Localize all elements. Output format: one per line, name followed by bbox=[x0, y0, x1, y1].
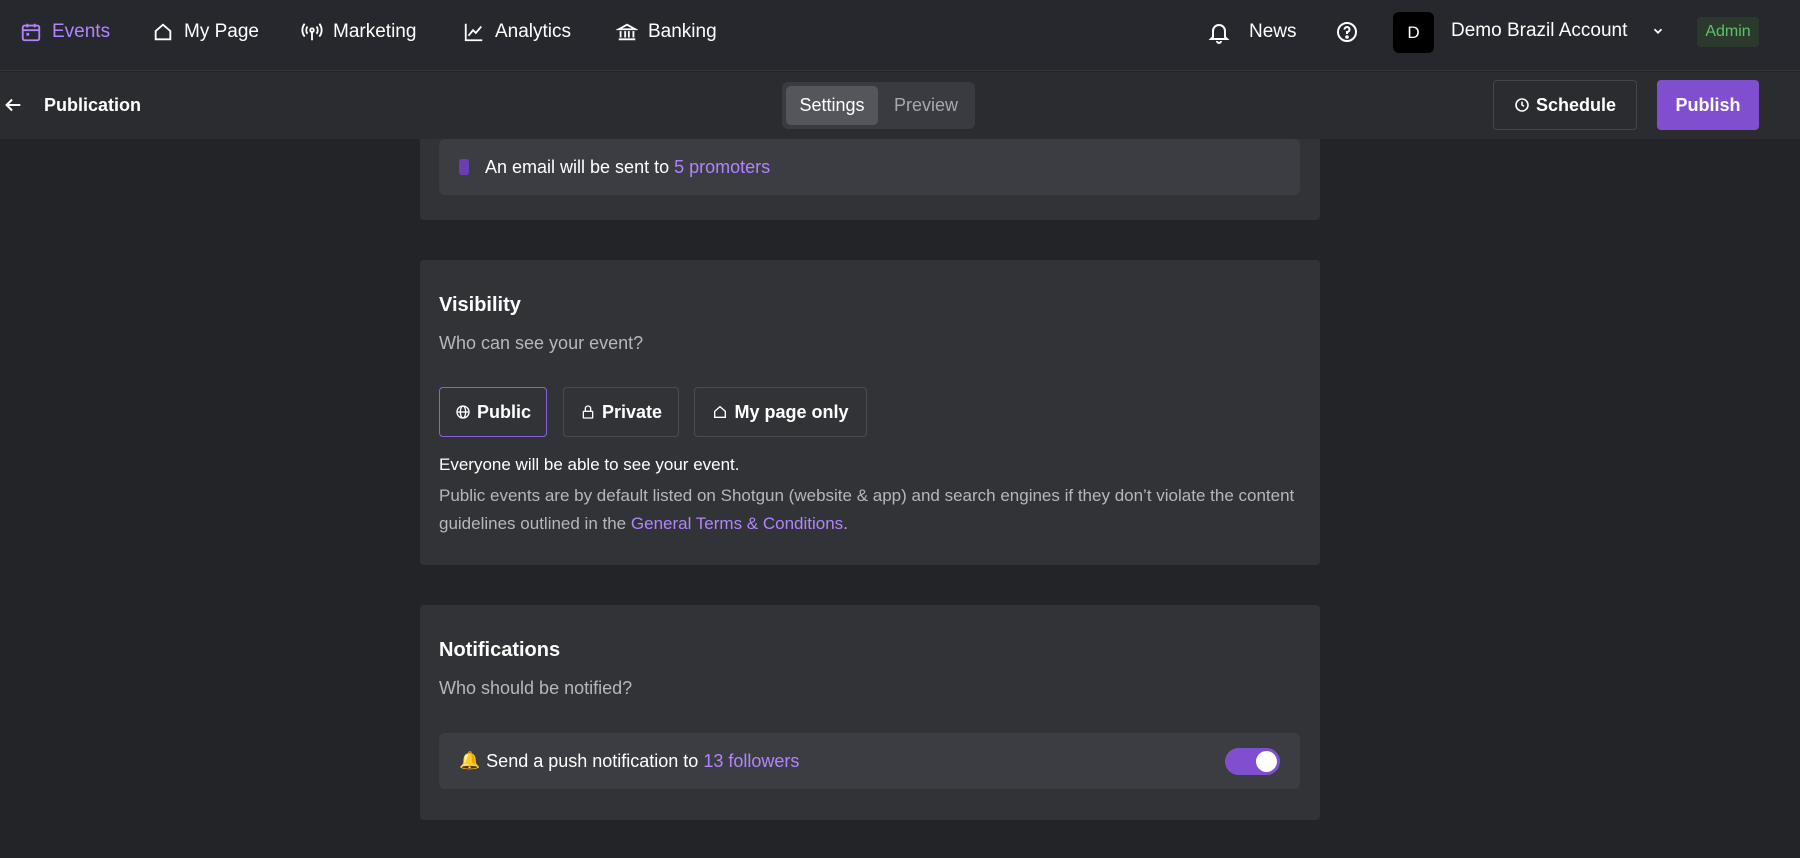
home-icon bbox=[714, 405, 727, 418]
nav-banking-label: Banking bbox=[648, 21, 717, 42]
avatar-initial: D bbox=[1407, 22, 1420, 42]
visibility-my-page-button[interactable]: My page only bbox=[694, 387, 867, 437]
tab-preview[interactable]: Preview bbox=[882, 86, 970, 125]
promoters-card: An email will be sent to 5 promoters bbox=[420, 139, 1320, 220]
bell-emoji-icon: 🔔 bbox=[459, 751, 481, 770]
nav-events[interactable]: Events bbox=[20, 0, 110, 64]
private-label: Private bbox=[601, 401, 663, 422]
nav-marketing[interactable]: Marketing bbox=[301, 0, 416, 64]
promoters-link[interactable]: 5 promoters bbox=[674, 157, 770, 178]
nav-events-label: Events bbox=[52, 21, 111, 42]
visibility-note-text: Public events are by default listed on S… bbox=[439, 486, 1295, 533]
publish-button[interactable]: Publish bbox=[1657, 80, 1759, 130]
schedule-button[interactable]: Schedule bbox=[1493, 80, 1637, 130]
lock-icon bbox=[582, 405, 594, 419]
publication-header: Publication Settings Preview Schedule Pu… bbox=[0, 72, 1800, 139]
bell-icon[interactable] bbox=[1207, 20, 1231, 44]
bank-icon bbox=[616, 23, 638, 41]
nav-marketing-label: Marketing bbox=[333, 21, 417, 42]
visibility-public-button[interactable]: Public bbox=[439, 387, 547, 437]
push-notification-text: Send a push notification to bbox=[486, 750, 699, 771]
nav-analytics[interactable]: Analytics bbox=[463, 0, 571, 64]
terms-link[interactable]: General Terms & Conditions bbox=[631, 514, 843, 533]
schedule-label: Schedule bbox=[1535, 94, 1617, 115]
chevron-down-icon[interactable] bbox=[1651, 24, 1665, 38]
nav-banking[interactable]: Banking bbox=[616, 0, 717, 64]
visibility-note-end: . bbox=[843, 514, 848, 533]
public-label: Public bbox=[476, 401, 531, 422]
push-notification-row: 🔔 Send a push notification to 13 followe… bbox=[439, 733, 1300, 789]
toggle-knob bbox=[1256, 751, 1277, 772]
avatar[interactable]: D bbox=[1393, 12, 1434, 53]
notifications-card: Notifications Who should be notified? 🔔 … bbox=[420, 605, 1320, 820]
clock-icon bbox=[1515, 98, 1529, 112]
nav-news-label: News bbox=[1249, 21, 1297, 42]
my-page-label: My page only bbox=[734, 401, 849, 422]
calendar-icon bbox=[21, 23, 41, 42]
visibility-card: Visibility Who can see your event? Publi… bbox=[420, 260, 1320, 565]
globe-icon bbox=[456, 405, 470, 419]
nav-my-page[interactable]: My Page bbox=[152, 0, 259, 64]
followers-link[interactable]: 13 followers bbox=[703, 751, 799, 772]
email-notice: An email will be sent to 5 promoters bbox=[439, 139, 1300, 195]
view-switch: Settings Preview bbox=[782, 82, 975, 129]
visibility-description: Everyone will be able to see your event. bbox=[439, 455, 740, 474]
home-icon bbox=[154, 23, 172, 41]
visibility-title: Visibility bbox=[439, 294, 521, 316]
arrow-left-icon[interactable] bbox=[2, 94, 24, 116]
nav-my-page-label: My Page bbox=[184, 21, 259, 42]
broadcast-icon bbox=[301, 23, 323, 41]
line-chart-icon bbox=[464, 23, 483, 42]
push-notification-toggle[interactable] bbox=[1225, 748, 1280, 775]
tab-settings[interactable]: Settings bbox=[786, 86, 878, 125]
email-notice-text: An email will be sent to bbox=[485, 156, 670, 177]
visibility-note: Public events are by default listed on S… bbox=[439, 482, 1299, 538]
nav-news[interactable]: News bbox=[1249, 0, 1297, 64]
help-icon[interactable] bbox=[1335, 20, 1359, 44]
top-navigation: Events My Page Marketing Analytics Banki… bbox=[0, 0, 1800, 71]
visibility-subtitle: Who can see your event? bbox=[439, 333, 644, 353]
account-name[interactable]: Demo Brazil Account bbox=[1451, 20, 1627, 42]
page-title: Publication bbox=[44, 95, 142, 115]
notifications-subtitle: Who should be notified? bbox=[439, 678, 633, 698]
notifications-title: Notifications bbox=[439, 639, 561, 661]
visibility-private-button[interactable]: Private bbox=[563, 387, 679, 437]
admin-badge: Admin bbox=[1697, 17, 1759, 47]
email-marker-icon bbox=[459, 159, 469, 175]
nav-analytics-label: Analytics bbox=[495, 21, 572, 42]
